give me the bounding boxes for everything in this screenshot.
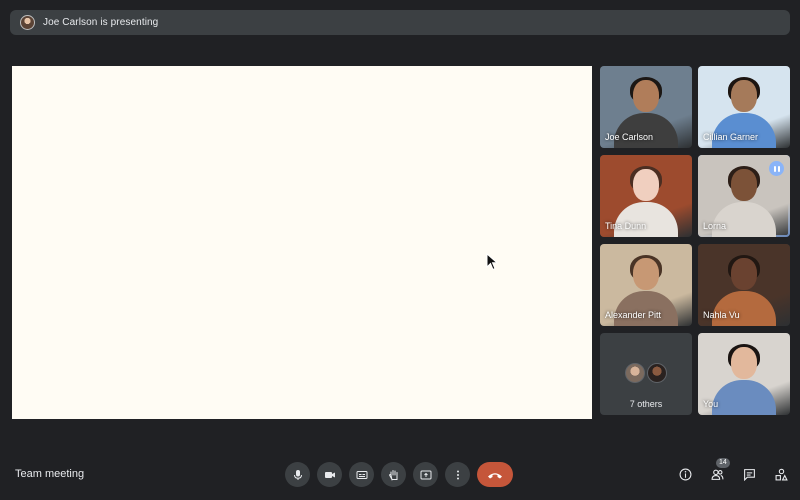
activities-icon [775, 468, 788, 480]
participant-name: Joe Carlson [605, 132, 654, 142]
present-screen-button[interactable] [413, 462, 438, 487]
meeting-details-button[interactable] [676, 465, 694, 483]
captions-icon [356, 470, 367, 479]
others-tile[interactable]: 7 others [600, 333, 692, 415]
participant-face [633, 258, 659, 290]
captions-button[interactable] [349, 462, 374, 487]
presenter-avatar-icon [20, 15, 35, 30]
participant-shirt [614, 202, 678, 237]
participant-tile-active-speaker[interactable]: Lorna [698, 155, 790, 237]
camera-button[interactable] [317, 462, 342, 487]
participant-tile[interactable]: Cillian Garner [698, 66, 790, 148]
participant-shirt [614, 291, 678, 326]
others-count-label: 7 others [629, 399, 663, 409]
avatar [625, 363, 645, 383]
participant-tile[interactable]: Nahla Vu [698, 244, 790, 326]
end-call-icon [488, 472, 502, 478]
speaking-indicator-icon [769, 161, 784, 176]
call-controls [285, 462, 513, 487]
participant-shirt [712, 113, 776, 148]
participant-count-badge: 14 [716, 458, 730, 468]
end-call-button[interactable] [477, 462, 513, 487]
chat-button[interactable] [740, 465, 758, 483]
participant-face [731, 169, 757, 201]
participant-shirt [712, 291, 776, 326]
info-icon [679, 468, 691, 480]
participant-name: Alexander Pitt [605, 310, 662, 320]
participant-face [731, 347, 757, 379]
participant-tile[interactable]: Tina Dunn [600, 155, 692, 237]
more-options-button[interactable] [445, 462, 470, 487]
participant-face [633, 169, 659, 201]
people-icon [711, 469, 723, 480]
participant-name: Cillian Garner [703, 132, 759, 142]
chat-icon [743, 468, 755, 481]
meeting-title: Team meeting [15, 468, 85, 480]
participant-shirt [614, 113, 678, 148]
people-button[interactable]: 14 [708, 458, 730, 483]
participant-shirt [712, 202, 776, 237]
raise-hand-icon [388, 469, 397, 480]
participant-face [731, 80, 757, 112]
participant-tile[interactable]: Joe Carlson [600, 66, 692, 148]
more-options-icon [456, 470, 459, 479]
participant-face [731, 258, 757, 290]
others-avatars [625, 363, 667, 383]
self-tile[interactable]: You [698, 333, 790, 415]
participant-shirt [712, 380, 776, 415]
participant-name: Lorna [703, 221, 727, 231]
side-actions: 14 [676, 458, 790, 483]
mouse-cursor-icon [486, 253, 498, 271]
microphone-button[interactable] [285, 462, 310, 487]
present-screen-icon [420, 470, 431, 479]
raise-hand-button[interactable] [381, 462, 406, 487]
camera-icon [324, 471, 335, 478]
presenting-text: Joe Carlson is presenting [43, 17, 159, 28]
participant-face [633, 80, 659, 112]
participant-tile[interactable]: Alexander Pitt [600, 244, 692, 326]
presenting-banner: Joe Carlson is presenting [10, 10, 790, 35]
microphone-icon [293, 469, 302, 480]
participant-name: Nahla Vu [703, 310, 740, 320]
avatar [647, 363, 667, 383]
activities-button[interactable] [772, 465, 790, 483]
participant-figure [709, 344, 779, 415]
participant-name: Tina Dunn [605, 221, 647, 231]
shared-screen[interactable] [12, 66, 592, 419]
participant-name: You [703, 399, 719, 409]
